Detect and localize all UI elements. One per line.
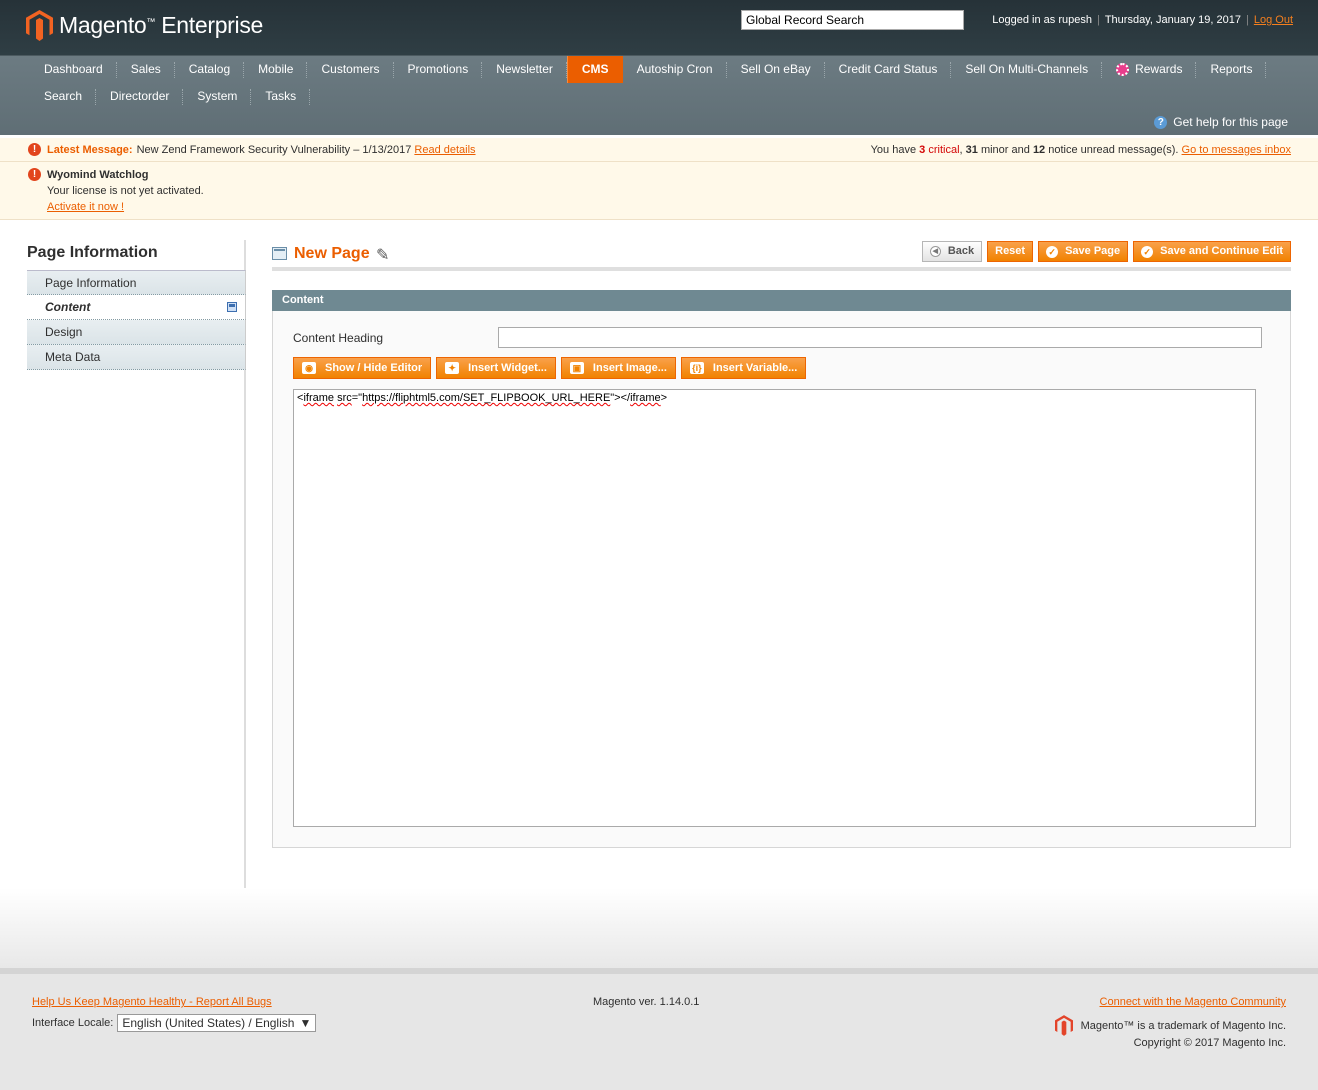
page-icon	[272, 247, 287, 260]
main-nav: Dashboard Sales Catalog Mobile Customers…	[0, 55, 1318, 135]
locale-label: Interface Locale:	[32, 1017, 114, 1029]
nav-item-cms[interactable]: CMS	[566, 56, 623, 83]
insert-image-button[interactable]: ▣ Insert Image...	[560, 357, 676, 379]
content-heading-label: Content Heading	[293, 331, 384, 345]
form-buttons: ◀ Back Reset ✓ Save Page ✓ Save and Continu…	[921, 241, 1291, 262]
footer: Help Us Keep Magento Healthy - Report Al…	[0, 968, 1318, 1090]
brand-name: Magento	[59, 12, 147, 38]
magento-logo[interactable]: Magento™ Enterprise	[26, 10, 263, 41]
nav-item-search[interactable]: Search	[30, 83, 97, 110]
watchlog-text: Your license is not yet activated.	[47, 185, 204, 197]
nav-item-sales[interactable]: Sales	[117, 56, 175, 83]
page-head: New Page ✎ ◀ Back Reset ✓ Save Page ✓ Save …	[272, 240, 1291, 271]
minor-count: 31	[965, 144, 978, 156]
messages-summary: You have 3 critical, 31 minor and 12 not…	[870, 144, 1291, 156]
read-details-link[interactable]: Read details	[414, 144, 475, 156]
header-user-info: Logged in as rupesh | Thursday, January 19…	[992, 14, 1293, 26]
nav-item-directorder[interactable]: Directorder	[96, 83, 184, 110]
reset-button[interactable]: Reset	[987, 241, 1034, 262]
nav-item-newsletter[interactable]: Newsletter	[482, 56, 567, 83]
latest-message-label: Latest Message:	[47, 143, 133, 156]
save-page-button[interactable]: ✓ Save Page	[1038, 241, 1129, 262]
tab-page-information[interactable]: Page Information	[27, 270, 246, 295]
check-icon: ✓	[1046, 245, 1059, 258]
critical-count: 3	[919, 144, 926, 156]
logged-in-text: Logged in as rupesh	[992, 14, 1092, 26]
widget-icon: ✦	[445, 362, 460, 374]
back-icon: ◀	[929, 246, 941, 257]
nav-item-reports[interactable]: Reports	[1196, 56, 1267, 83]
nav-row-2: Search Directorder System Tasks	[30, 83, 310, 110]
editor-buttons: ◉ Show / Hide Editor ✦ Insert Widget... ▣ I…	[293, 357, 807, 379]
nav-item-credit-card-status[interactable]: Credit Card Status	[825, 56, 952, 83]
content-textarea[interactable]: <iframe src="https://fliphtml5.com/SET_F…	[293, 389, 1256, 827]
help-link-label: Get help for this page	[1173, 115, 1288, 129]
trademark-text: Magento™ is a trademark of Magento Inc.	[1080, 1019, 1286, 1032]
nav-item-mobile[interactable]: Mobile	[244, 56, 308, 83]
eye-icon: ◉	[302, 362, 316, 374]
version-text: Magento ver. 1.14.0.1	[593, 996, 700, 1008]
nav-item-rewards-label: Rewards	[1135, 62, 1183, 76]
nav-item-sell-on-ebay[interactable]: Sell On eBay	[727, 56, 825, 83]
insert-widget-button[interactable]: ✦ Insert Widget...	[436, 357, 556, 379]
nav-item-system[interactable]: System	[183, 83, 252, 110]
help-link[interactable]: ? Get help for this page	[1154, 115, 1288, 129]
content-heading-input[interactable]	[498, 327, 1262, 348]
watchlog-title: Wyomind Watchlog	[47, 169, 149, 181]
nav-item-dashboard[interactable]: Dashboard	[30, 56, 117, 83]
tab-content[interactable]: Content	[27, 295, 246, 320]
watchlog-notice: ! Wyomind Watchlog Your license is not y…	[0, 162, 1318, 220]
sidebar-title: Page Information	[27, 244, 158, 261]
nav-item-catalog[interactable]: Catalog	[175, 56, 245, 83]
save-continue-button[interactable]: ✓ Save and Continue Edit	[1133, 241, 1291, 262]
nav-row-1: Dashboard Sales Catalog Mobile Customers…	[30, 56, 1267, 83]
nav-item-promotions[interactable]: Promotions	[394, 56, 483, 83]
rewards-icon	[1116, 63, 1130, 76]
nav-item-customers[interactable]: Customers	[307, 56, 394, 83]
trademark: Magento™ is a trademark of Magento Inc.	[1054, 1015, 1286, 1036]
dropdown-arrow-icon: ▼	[299, 1016, 312, 1030]
report-bugs-link[interactable]: Help Us Keep Magento Healthy - Report Al…	[32, 996, 272, 1008]
content-fieldset: Content Heading ◉ Show / Hide Editor ✦ Ins…	[272, 311, 1291, 848]
notice-count: 12	[1032, 144, 1046, 156]
insert-variable-button[interactable]: {i} Insert Variable...	[680, 357, 807, 379]
activate-link[interactable]: Activate it now !	[47, 201, 124, 213]
latest-message-text: New Zend Framework Security Vulnerabilit…	[136, 143, 412, 156]
check-icon: ✓	[1141, 245, 1154, 258]
messages-inbox-link[interactable]: Go to messages inbox	[1182, 144, 1291, 156]
nav-item-sell-on-multi-channels[interactable]: Sell On Multi-Channels	[951, 56, 1102, 83]
admin-header: Magento™ Enterprise Logged in as rupesh|…	[0, 0, 1318, 55]
pin-icon[interactable]: ✎	[376, 245, 389, 265]
locale-select[interactable]: English (United States) / English ▼	[117, 1014, 317, 1032]
tab-design[interactable]: Design	[27, 320, 246, 345]
alert-icon: !	[28, 168, 41, 181]
magento-small-logo-icon	[1054, 1015, 1073, 1036]
changed-icon	[227, 302, 237, 312]
back-button[interactable]: ◀ Back	[921, 241, 983, 262]
notice-bar: ! Latest Message: New Zend Framework Sec…	[0, 138, 1318, 162]
nav-item-tasks[interactable]: Tasks	[251, 83, 310, 110]
community-link[interactable]: Connect with the Magento Community	[1100, 996, 1286, 1008]
header-date: Thursday, January 19, 2017	[1104, 14, 1241, 26]
help-icon: ?	[1154, 115, 1168, 129]
tab-content-label: Content	[45, 300, 91, 314]
copyright-text: Copyright © 2017 Magento Inc.	[1133, 1037, 1286, 1049]
alert-icon: !	[28, 143, 41, 156]
magento-logo-icon	[26, 10, 53, 41]
page-title: New Page	[294, 245, 370, 262]
image-icon: ▣	[569, 362, 584, 374]
footer-gradient	[0, 888, 1318, 968]
tab-meta-data[interactable]: Meta Data	[27, 345, 246, 370]
global-search-input[interactable]	[741, 10, 964, 30]
content-section-title: Content	[272, 290, 1291, 311]
variable-icon: {i}	[689, 362, 704, 374]
locale-selector: Interface Locale: English (United States…	[32, 1014, 317, 1032]
logout-link[interactable]: Log Out	[1254, 14, 1293, 26]
sidebar-tabs: Page Information Content Design Meta Dat…	[27, 270, 246, 370]
brand-sub: Enterprise	[161, 12, 264, 38]
show-hide-editor-button[interactable]: ◉ Show / Hide Editor	[293, 357, 432, 379]
nav-item-rewards[interactable]: Rewards	[1102, 56, 1197, 83]
nav-item-autoship-cron[interactable]: Autoship Cron	[623, 56, 727, 83]
